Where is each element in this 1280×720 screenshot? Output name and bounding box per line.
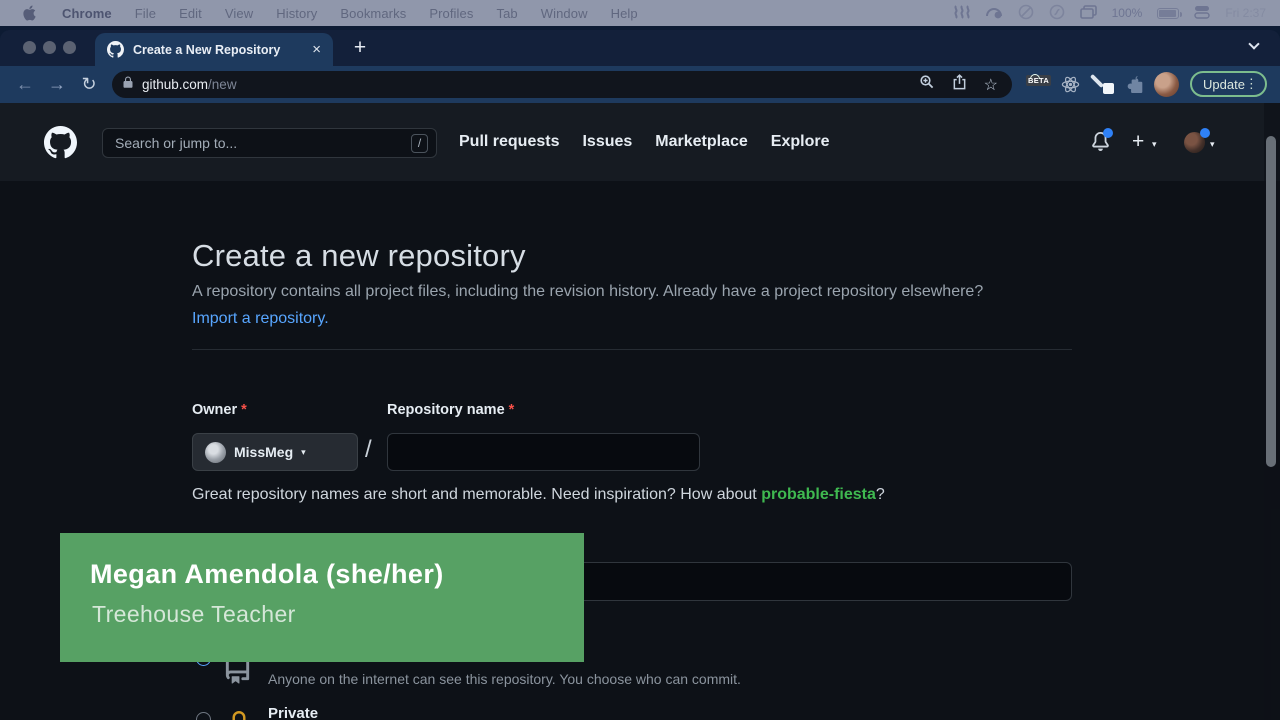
macos-menubar: Chrome File Edit View History Bookmarks … (0, 0, 1280, 26)
battery-icon[interactable] (1157, 8, 1179, 19)
switch-control-status-icon[interactable] (1194, 5, 1210, 22)
create-new-plus-icon[interactable]: + (1132, 130, 1144, 154)
slash-shortcut-badge: / (411, 134, 428, 153)
address-bar[interactable]: github.com/new ☆ (112, 71, 1012, 98)
repository-name-input[interactable] (387, 433, 700, 471)
reload-button[interactable]: ↻ (76, 71, 102, 97)
intro-text: A repository contains all project files,… (192, 283, 983, 300)
update-label: Update (1203, 77, 1245, 92)
user-menu-caret-icon[interactable]: ▾ (1210, 139, 1215, 150)
github-header: Search or jump to... / Pull requests Iss… (0, 103, 1280, 181)
browser-tab[interactable]: Create a New Repository × (95, 33, 333, 66)
github-search-input[interactable]: Search or jump to... / (102, 128, 437, 158)
window-minimize-button[interactable] (43, 41, 56, 54)
menubar-item-tab[interactable]: Tab (496, 6, 517, 21)
notification-dot (1103, 128, 1113, 138)
presenter-lower-third: Megan Amendola (she/her) Treehouse Teach… (60, 533, 584, 662)
zoom-indicator-icon[interactable] (919, 74, 935, 95)
public-description: Anyone on the internet can see this repo… (268, 671, 741, 687)
forward-button[interactable]: → (44, 71, 70, 97)
menubar-item-window[interactable]: Window (541, 6, 588, 21)
repository-name-label: Repository name* (387, 402, 514, 418)
menubar-item-bookmarks[interactable]: Bookmarks (340, 6, 406, 21)
hint-text: Great repository names are short and mem… (192, 486, 761, 503)
private-lock-icon (226, 710, 252, 720)
menubar-clock[interactable]: Fri 2:37 (1225, 6, 1266, 20)
sync-status-icon[interactable] (1049, 4, 1065, 23)
tab-close-icon[interactable]: × (312, 41, 321, 58)
apple-menu-icon[interactable] (22, 5, 37, 21)
search-placeholder: Search or jump to... (115, 135, 411, 151)
required-marker: * (241, 402, 247, 418)
owner-caret-icon: ▾ (301, 447, 306, 458)
url-path: /new (208, 77, 237, 92)
window-close-button[interactable] (23, 41, 36, 54)
chrome-menu-kebab-icon[interactable]: ⋮ (1245, 76, 1258, 92)
private-label: Private (268, 705, 318, 720)
owner-label: Owner* (192, 402, 247, 418)
owner-dropdown-button[interactable]: MissMeg ▾ (192, 433, 358, 471)
chrome-profile-avatar[interactable] (1154, 72, 1179, 97)
tab-title: Create a New Repository (133, 43, 304, 57)
menubar-item-chrome[interactable]: Chrome (62, 6, 112, 21)
url-host: github.com (142, 77, 208, 92)
color-picker-extension-icon[interactable] (1094, 74, 1114, 94)
battery-percentage: 100% (1112, 6, 1143, 20)
window-zoom-button[interactable] (63, 41, 76, 54)
import-repository-link[interactable]: Import a repository. (192, 310, 329, 327)
tab-strip: Create a New Repository × + (0, 30, 1280, 66)
devtools-extension-icon[interactable] (1061, 75, 1080, 99)
owner-repo-separator: / (365, 436, 372, 464)
presenter-role: Treehouse Teacher (92, 601, 296, 628)
private-radio[interactable] (196, 712, 211, 720)
owner-username: MissMeg (234, 444, 293, 460)
menubar-item-help[interactable]: Help (611, 6, 638, 21)
new-tab-button[interactable]: + (345, 32, 375, 64)
avatar-notification-dot (1200, 128, 1210, 138)
share-icon[interactable] (952, 74, 967, 95)
beta-extension-icon[interactable]: BETA (1026, 70, 1050, 88)
create-new-caret-icon[interactable]: ▾ (1152, 139, 1157, 150)
presenter-name: Megan Amendola (she/her) (90, 559, 444, 590)
hint-suffix: ? (876, 486, 885, 503)
page-title: Create a new repository (192, 238, 526, 274)
mission-control-status-icon[interactable] (1080, 5, 1097, 22)
menubar-item-profiles[interactable]: Profiles (429, 6, 473, 21)
repo-name-hint: Great repository names are short and mem… (192, 486, 885, 504)
nav-marketplace[interactable]: Marketplace (655, 133, 748, 151)
tab-search-chevron-icon[interactable] (1248, 38, 1259, 49)
screen: Chrome File Edit View History Bookmarks … (0, 0, 1280, 720)
do-not-disturb-status-icon[interactable] (1018, 4, 1034, 23)
back-button[interactable]: ← (12, 71, 38, 97)
bookmark-star-icon[interactable]: ☆ (984, 75, 998, 95)
scrollbar-thumb[interactable] (1266, 136, 1276, 467)
suggested-repo-name[interactable]: probable-fiesta (761, 486, 876, 503)
menubar-item-edit[interactable]: Edit (179, 6, 202, 21)
menubar-item-history[interactable]: History (276, 6, 317, 21)
meter-status-icon[interactable] (986, 5, 1003, 22)
menubar-item-file[interactable]: File (135, 6, 156, 21)
chrome-update-button[interactable]: Update ⋮ (1190, 71, 1267, 97)
extensions-puzzle-icon[interactable] (1126, 75, 1144, 98)
page-intro: A repository contains all project files,… (192, 279, 1014, 332)
lock-icon[interactable] (122, 76, 134, 94)
nav-pull-requests[interactable]: Pull requests (459, 133, 559, 151)
nav-explore[interactable]: Explore (771, 133, 830, 151)
section-divider (192, 349, 1072, 350)
nav-issues[interactable]: Issues (582, 133, 632, 151)
github-favicon-icon (107, 41, 124, 58)
browser-toolbar: ← → ↻ github.com/new ☆ (0, 66, 1280, 103)
required-marker: * (509, 402, 515, 418)
menubar-item-view[interactable]: View (225, 6, 253, 21)
github-logo-icon[interactable] (44, 126, 77, 164)
waves-status-icon[interactable] (953, 5, 971, 22)
owner-avatar (205, 442, 226, 463)
